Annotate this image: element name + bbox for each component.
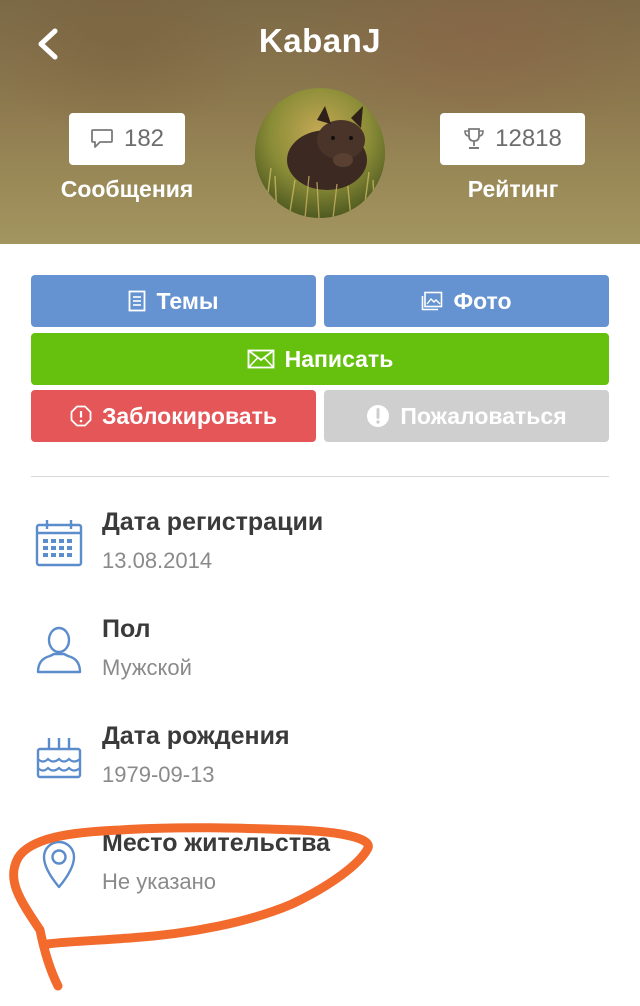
speech-bubble-icon [91,129,113,148]
rating-count: 12818 [495,125,562,152]
messages-count: 182 [123,125,165,152]
write-message-button[interactable]: Написать [31,333,609,385]
cake-icon [33,731,85,783]
gender-label: Пол [102,615,151,643]
birthday-label: Дата рождения [102,722,290,750]
location-label: Место жительства [102,829,331,857]
profile-header: KabanJ 182 Сообщения 12818 Рейтинг [0,0,640,244]
divider [31,476,609,477]
avatar[interactable] [255,88,385,218]
hexagon-alert-icon [70,405,92,427]
report-button-label: Пожаловаться [400,402,567,429]
topics-button-label: Темы [156,287,219,314]
map-pin-icon [33,838,85,890]
block-user-button[interactable]: Заблокировать [31,390,316,442]
document-icon [129,290,146,312]
calendar-icon [33,517,85,569]
report-user-button[interactable]: Пожаловаться [324,390,609,442]
write-button-label: Написать [284,345,394,372]
envelope-icon [247,349,275,369]
trophy-icon [464,128,484,149]
rating-count-box[interactable]: 12818 [440,113,585,165]
block-button-label: Заблокировать [102,402,277,429]
photo-button-label: Фото [453,287,512,314]
exclamation-circle-icon [367,405,390,427]
location-value: Не указано [102,869,217,894]
registration-date-value: 13.08.2014 [102,548,213,573]
topics-button[interactable]: Темы [31,275,316,327]
birthday-value: 1979-09-13 [102,762,215,787]
messages-label: Сообщения [60,176,194,202]
gender-value: Мужской [102,655,192,680]
photo-button[interactable]: Фото [324,275,609,327]
page-title: KabanJ [258,22,382,59]
messages-count-box[interactable]: 182 [69,113,185,165]
rating-label: Рейтинг [467,176,559,202]
image-icon [422,291,443,311]
registration-date-label: Дата регистрации [102,508,324,536]
user-icon [33,624,85,676]
boar-avatar [255,88,385,218]
